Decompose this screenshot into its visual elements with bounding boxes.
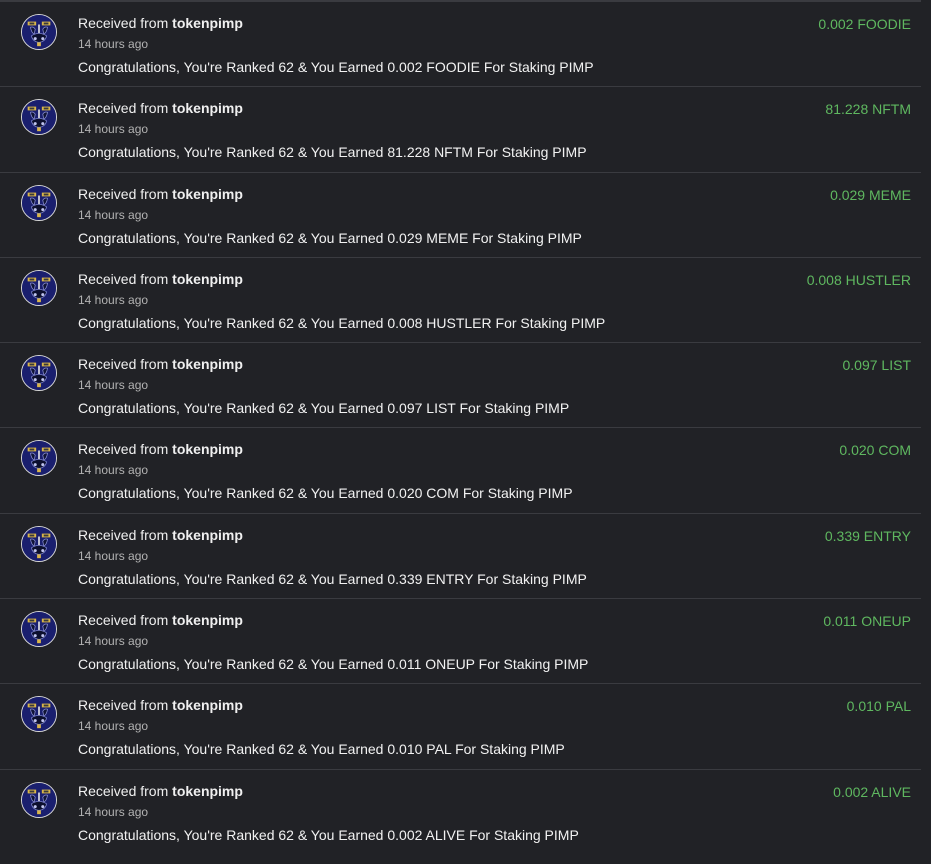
received-from-label: Received from bbox=[78, 356, 169, 373]
timestamp: 14 hours ago bbox=[78, 804, 149, 819]
timestamp: 14 hours ago bbox=[78, 634, 149, 649]
received-from-label: Received from bbox=[78, 270, 169, 287]
timestamp: 14 hours ago bbox=[78, 378, 149, 393]
pimp-avatar-icon bbox=[22, 526, 56, 561]
transaction-memo: Congratulations, You're Ranked 62 & You … bbox=[78, 314, 606, 331]
pimp-avatar-icon bbox=[22, 270, 56, 305]
received-from-line: Received from tokenpimp bbox=[78, 100, 243, 117]
sender-avatar[interactable] bbox=[21, 611, 57, 648]
amount-received: 0.029 MEME bbox=[830, 186, 911, 203]
pimp-avatar-icon bbox=[22, 15, 56, 49]
received-from-line: Received from tokenpimp bbox=[78, 356, 243, 373]
received-from-line: Received from tokenpimp bbox=[78, 186, 243, 203]
transaction-memo: Congratulations, You're Ranked 62 & You … bbox=[78, 485, 573, 502]
received-from-label: Received from bbox=[78, 15, 169, 31]
sender-avatar[interactable] bbox=[21, 440, 57, 477]
amount-received: 0.008 HUSTLER bbox=[806, 271, 911, 288]
timestamp: 14 hours ago bbox=[78, 719, 149, 734]
timestamp: 14 hours ago bbox=[78, 548, 149, 563]
received-from-label: Received from bbox=[78, 697, 169, 714]
received-from-label: Received from bbox=[78, 782, 169, 799]
transaction-memo: Congratulations, You're Ranked 62 & You … bbox=[78, 826, 579, 843]
pimp-avatar-icon bbox=[22, 356, 56, 391]
sender-avatar[interactable] bbox=[21, 525, 57, 562]
received-from-line: Received from tokenpimp bbox=[78, 527, 243, 544]
sender-link[interactable]: tokenpimp bbox=[172, 783, 243, 799]
transaction-row: Received from tokenpimp 14 hours ago Con… bbox=[0, 343, 921, 429]
timestamp: 14 hours ago bbox=[78, 37, 149, 51]
timestamp: 14 hours ago bbox=[78, 207, 149, 222]
received-from-label: Received from bbox=[78, 441, 169, 458]
received-from-label: Received from bbox=[78, 526, 169, 543]
sender-avatar[interactable] bbox=[21, 269, 57, 306]
transaction-feed: Received from tokenpimp 14 hours ago Con… bbox=[0, 2, 921, 855]
transaction-memo: Congratulations, You're Ranked 62 & You … bbox=[78, 144, 587, 161]
transaction-row: Received from tokenpimp 14 hours ago Con… bbox=[0, 2, 921, 88]
pimp-avatar-icon bbox=[22, 100, 56, 135]
received-from-line: Received from tokenpimp bbox=[78, 441, 243, 458]
amount-received: 0.339 ENTRY bbox=[824, 527, 911, 544]
received-from-line: Received from tokenpimp bbox=[78, 612, 243, 629]
transaction-memo: Congratulations, You're Ranked 62 & You … bbox=[78, 656, 589, 673]
transaction-row: Received from tokenpimp 14 hours ago Con… bbox=[0, 87, 921, 173]
received-from-line: Received from tokenpimp bbox=[78, 15, 243, 32]
received-from-line: Received from tokenpimp bbox=[78, 697, 243, 714]
timestamp: 14 hours ago bbox=[78, 122, 149, 137]
transaction-memo: Congratulations, You're Ranked 62 & You … bbox=[78, 570, 587, 587]
sender-link[interactable]: tokenpimp bbox=[172, 186, 243, 202]
amount-received: 0.020 COM bbox=[839, 442, 911, 459]
transaction-row: Received from tokenpimp 14 hours ago Con… bbox=[0, 258, 921, 344]
transaction-memo: Congratulations, You're Ranked 62 & You … bbox=[78, 400, 570, 417]
sender-link[interactable]: tokenpimp bbox=[172, 527, 243, 543]
timestamp: 14 hours ago bbox=[78, 463, 149, 478]
sender-link[interactable]: tokenpimp bbox=[172, 15, 243, 31]
transaction-row: Received from tokenpimp 14 hours ago Con… bbox=[0, 684, 921, 770]
sender-avatar[interactable] bbox=[21, 696, 57, 733]
sender-avatar[interactable] bbox=[21, 14, 57, 50]
sender-link[interactable]: tokenpimp bbox=[172, 356, 243, 372]
sender-link[interactable]: tokenpimp bbox=[172, 612, 243, 628]
transaction-memo: Congratulations, You're Ranked 62 & You … bbox=[78, 229, 582, 246]
sender-link[interactable]: tokenpimp bbox=[172, 441, 243, 457]
transaction-row: Received from tokenpimp 14 hours ago Con… bbox=[0, 770, 921, 855]
amount-received: 0.002 FOODIE bbox=[818, 16, 911, 32]
amount-received: 0.011 ONEUP bbox=[823, 613, 911, 630]
pimp-avatar-icon bbox=[22, 441, 56, 476]
amount-received: 0.010 PAL bbox=[846, 698, 911, 715]
transaction-memo: Congratulations, You're Ranked 62 & You … bbox=[78, 59, 594, 75]
transaction-row: Received from tokenpimp 14 hours ago Con… bbox=[0, 599, 921, 685]
transaction-row: Received from tokenpimp 14 hours ago Con… bbox=[0, 514, 921, 600]
amount-received: 0.002 ALIVE bbox=[833, 783, 911, 800]
received-from-label: Received from bbox=[78, 100, 169, 117]
sender-link[interactable]: tokenpimp bbox=[172, 697, 243, 713]
sender-avatar[interactable] bbox=[21, 184, 57, 221]
amount-received: 81.228 NFTM bbox=[825, 101, 911, 118]
sender-link[interactable]: tokenpimp bbox=[172, 271, 243, 287]
transaction-memo: Congratulations, You're Ranked 62 & You … bbox=[78, 741, 565, 758]
received-from-line: Received from tokenpimp bbox=[78, 783, 243, 800]
received-from-label: Received from bbox=[78, 185, 169, 202]
pimp-avatar-icon bbox=[22, 782, 56, 817]
sender-link[interactable]: tokenpimp bbox=[172, 100, 243, 116]
sender-avatar[interactable] bbox=[21, 99, 57, 136]
transaction-row: Received from tokenpimp 14 hours ago Con… bbox=[0, 173, 921, 258]
pimp-avatar-icon bbox=[22, 612, 56, 647]
received-from-label: Received from bbox=[78, 612, 169, 629]
timestamp: 14 hours ago bbox=[78, 292, 149, 307]
amount-received: 0.097 LIST bbox=[842, 357, 912, 374]
transaction-row: Received from tokenpimp 14 hours ago Con… bbox=[0, 428, 921, 514]
sender-avatar[interactable] bbox=[21, 355, 57, 392]
sender-avatar[interactable] bbox=[21, 781, 57, 818]
pimp-avatar-icon bbox=[22, 185, 56, 220]
received-from-line: Received from tokenpimp bbox=[78, 271, 243, 288]
pimp-avatar-icon bbox=[22, 697, 56, 732]
